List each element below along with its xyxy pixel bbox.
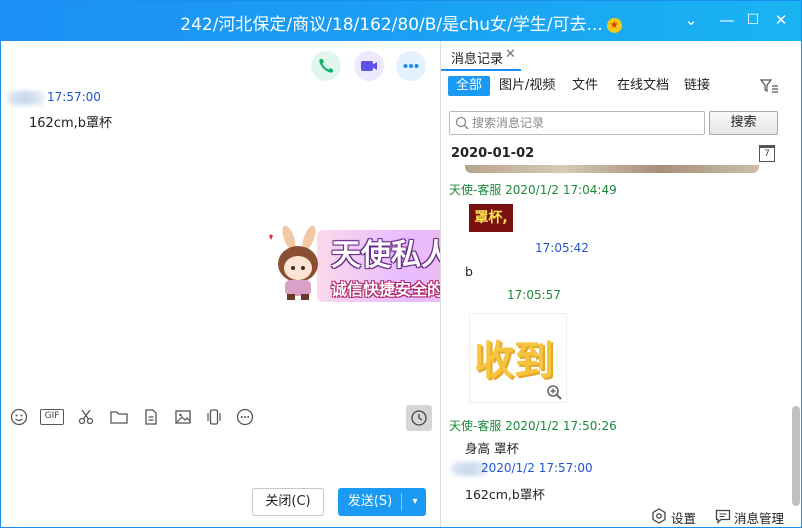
chat-window: 242/河北保定/商议/18/162/80/B/是chu女/学生/可去... ★ … (0, 0, 802, 528)
history-text: 身高 罩杯 (465, 441, 519, 456)
close-window-button[interactable]: ✕ (771, 10, 791, 30)
message-time: 17:57:00 (47, 90, 101, 104)
emoji-icon[interactable] (10, 408, 28, 426)
image-icon[interactable] (174, 408, 192, 426)
gif-icon[interactable]: GIF (40, 409, 64, 425)
folder-icon[interactable] (109, 408, 129, 426)
document-icon[interactable] (142, 408, 160, 426)
scissors-icon[interactable] (77, 408, 95, 426)
message-history-button[interactable] (406, 405, 432, 431)
close-button[interactable]: 关闭(C) (252, 488, 324, 516)
input-toolbar: GIF (1, 402, 439, 432)
bunny-girl-icon (269, 225, 318, 300)
window-title-text: 242/河北保定/商议/18/162/80/B/是chu女/学生/可去... (180, 15, 603, 35)
message-text: 162cm,b罩杯 (29, 116, 113, 131)
zoom-in-icon[interactable] (546, 384, 564, 402)
minimize-button[interactable]: — (717, 10, 737, 30)
history-footer: 设置 消息管理 (441, 503, 801, 527)
send-divider (401, 493, 402, 511)
clock-icon (411, 410, 427, 426)
received-image[interactable]: 收到 (469, 313, 567, 403)
filter-links[interactable]: 链接 (684, 76, 710, 96)
filter-files[interactable]: 文件 (572, 76, 598, 96)
send-button[interactable]: 发送(S) ▾ (338, 488, 426, 516)
shake-icon[interactable] (205, 408, 223, 426)
history-text: 162cm,b罩杯 (465, 487, 545, 502)
more-circle-icon[interactable] (236, 408, 254, 426)
phone-icon (319, 59, 333, 73)
more-actions-button[interactable] (396, 51, 426, 81)
send-options-chevron-icon[interactable]: ▾ (407, 489, 423, 515)
history-search-box (449, 111, 705, 135)
image-tag[interactable]: 罩杯, (469, 204, 513, 232)
blurred-sender-name (7, 91, 45, 105)
history-time: 2020/1/2 17:57:00 (481, 461, 593, 475)
video-call-button[interactable] (354, 51, 384, 81)
image-thumbnail-strip[interactable] (465, 165, 759, 173)
history-sender: 天使-客服 2020/1/2 17:50:26 (449, 419, 617, 433)
menu-chevron-icon[interactable]: ⌄ (681, 10, 701, 30)
title-bar: 242/河北保定/商议/18/162/80/B/是chu女/学生/可去... ★ … (1, 1, 801, 41)
voice-call-button[interactable] (311, 51, 341, 81)
close-tab-icon[interactable]: ✕ (505, 47, 516, 62)
search-icon (455, 116, 469, 130)
filter-online-docs[interactable]: 在线文档 (617, 76, 669, 96)
filter-media[interactable]: 图片/视频 (499, 76, 555, 96)
history-time-green: 17:05:57 (507, 288, 561, 302)
settings-icon[interactable] (651, 508, 667, 524)
search-button[interactable]: 搜索 (709, 111, 778, 135)
filter-sort-icon[interactable] (759, 77, 779, 95)
history-text: b (465, 264, 473, 279)
history-time: 17:05:42 (535, 241, 589, 255)
video-icon (361, 61, 377, 71)
search-input[interactable] (472, 114, 700, 132)
tab-message-history[interactable]: 消息记录 ✕ (441, 41, 521, 71)
history-sender: 天使-客服 2020/1/2 17:04:49 (449, 183, 617, 197)
history-scrollbar[interactable] (792, 406, 800, 506)
filter-all[interactable]: 全部 (448, 76, 490, 96)
calendar-icon[interactable]: 7 (759, 145, 775, 162)
send-label: 发送(S) (347, 494, 393, 509)
message-manage-link[interactable]: 消息管理 (734, 508, 784, 527)
more-icon (403, 64, 419, 68)
history-pane: 消息记录 ✕ 全部 图片/视频 文件 在线文档 链接 搜索 2020-01-02… (440, 41, 801, 527)
received-image-text: 收到 (474, 338, 554, 384)
history-date: 2020-01-02 (451, 146, 535, 161)
message-manage-icon[interactable] (715, 509, 731, 524)
star-badge-icon: ★ (606, 18, 622, 33)
tab-label: 消息记录 (451, 52, 504, 67)
settings-link[interactable]: 设置 (671, 508, 696, 527)
maximize-button[interactable]: ☐ (743, 10, 763, 30)
